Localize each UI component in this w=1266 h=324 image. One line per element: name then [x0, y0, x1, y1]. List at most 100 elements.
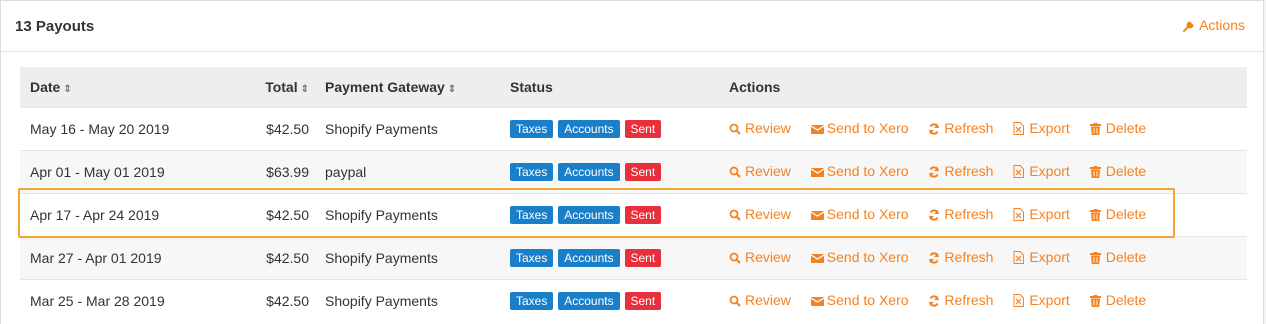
export-button[interactable]: Export [1013, 291, 1070, 308]
cell-status: Taxes Accounts Sent [500, 279, 719, 322]
refresh-button[interactable]: Refresh [928, 249, 993, 265]
column-header-date[interactable]: Date ⇕ [20, 67, 220, 107]
export-label: Export [1029, 119, 1070, 136]
cell-gateway: Shopify Payments [325, 249, 438, 266]
badge-sent: Sent [624, 291, 662, 310]
refresh-icon [928, 122, 940, 135]
review-button[interactable]: Review [729, 120, 791, 136]
send-to-xero-button[interactable]: Send to Xero [810, 120, 909, 136]
refresh-button[interactable]: Refresh [928, 206, 993, 222]
cell-date: May 16 - May 20 2019 [30, 120, 170, 137]
export-button[interactable]: Export [1013, 205, 1070, 222]
badge-taxes: Taxes [510, 291, 554, 310]
delete-label: Delete [1105, 162, 1147, 179]
panel-header: 13 Payouts Actions [1, 1, 1263, 52]
cell-actions: Review Send to Xero Refresh Export Delet… [719, 279, 1247, 322]
sort-icon: ⇕ [63, 83, 72, 95]
delete-button[interactable]: Delete [1089, 162, 1147, 179]
payouts-table: Date ⇕ Total ⇕ Payment Gateway ⇕ Status Act… [20, 67, 1247, 322]
cell-date: Apr 01 - May 01 2019 [30, 163, 165, 180]
refresh-button[interactable]: Refresh [928, 292, 993, 308]
cell-total: $42.50 [266, 292, 309, 309]
review-label: Review [745, 119, 791, 136]
refresh-label: Refresh [944, 119, 994, 136]
delete-button[interactable]: Delete [1089, 249, 1146, 265]
table-row: Mar 25 - Mar 28 2019 $42.50 Shopify Paym… [20, 279, 1247, 322]
refresh-label: Refresh [944, 162, 994, 179]
column-header-actions: Actions [729, 78, 781, 95]
envelope-icon [810, 122, 825, 134]
export-label: Export [1029, 205, 1070, 222]
column-header-status: Status [510, 78, 553, 95]
cell-actions: Review Send to Xero Refresh Export Delet… [719, 193, 1247, 236]
delete-label: Delete [1105, 205, 1147, 222]
file-excel-icon [1013, 164, 1025, 178]
cell-actions: Review Send to Xero Refresh Export Delet… [719, 150, 1247, 193]
cell-gateway: paypal [325, 163, 367, 180]
cell-total: $42.50 [266, 206, 309, 223]
refresh-icon [928, 208, 940, 221]
badge-taxes: Taxes [510, 205, 554, 224]
delete-button[interactable]: Delete [1089, 119, 1147, 136]
review-label: Review [745, 162, 791, 179]
cell-actions: Review Send to Xero Refresh Export Delet… [719, 107, 1247, 150]
delete-button[interactable]: Delete [1089, 291, 1147, 308]
send-to-xero-button[interactable]: Send to Xero [810, 249, 909, 265]
refresh-button[interactable]: Refresh [928, 163, 993, 179]
send-to-xero-label: Send to Xero [826, 162, 909, 179]
cell-date: Apr 17 - Apr 24 2019 [30, 206, 160, 223]
delete-label: Delete [1105, 119, 1147, 136]
cell-date: Mar 27 - Apr 01 2019 [30, 249, 162, 266]
cell-status: Taxes Accounts Sent [500, 107, 719, 150]
review-button[interactable]: Review [729, 249, 791, 265]
review-label: Review [745, 205, 791, 222]
refresh-label: Refresh [944, 291, 994, 308]
send-to-xero-button[interactable]: Send to Xero [810, 291, 909, 308]
delete-label: Delete [1105, 291, 1147, 308]
actions-menu-label: Actions [1199, 17, 1245, 33]
search-icon [729, 122, 741, 135]
column-header-gateway[interactable]: Payment Gateway ⇕ [315, 67, 500, 107]
badge-sent: Sent [624, 248, 662, 267]
badge-sent: Sent [624, 119, 662, 138]
cell-total: $42.50 [266, 120, 309, 137]
export-button[interactable]: Export [1013, 119, 1070, 136]
cell-status: Taxes Accounts Sent [500, 150, 719, 193]
search-icon [729, 208, 741, 221]
payouts-table-wrap: Date ⇕ Total ⇕ Payment Gateway ⇕ Status Act… [20, 67, 1247, 322]
cell-gateway: Shopify Payments [325, 292, 438, 309]
send-to-xero-button[interactable]: Send to Xero [810, 162, 909, 179]
wrench-icon [1183, 19, 1195, 32]
envelope-icon [810, 294, 825, 306]
file-excel-icon [1013, 121, 1025, 135]
badge-accounts: Accounts [558, 162, 620, 181]
table-row: Apr 01 - May 01 2019 $63.99 paypal Taxes… [20, 150, 1247, 193]
file-excel-icon [1013, 250, 1025, 264]
send-to-xero-button[interactable]: Send to Xero [810, 206, 909, 222]
table-row: Mar 27 - Apr 01 2019 $42.50 Shopify Paym… [20, 236, 1247, 279]
search-icon [729, 294, 741, 307]
refresh-icon [928, 165, 940, 178]
badge-taxes: Taxes [510, 162, 554, 181]
send-to-xero-label: Send to Xero [826, 291, 909, 308]
cell-total: $63.99 [266, 163, 309, 180]
review-button[interactable]: Review [729, 292, 791, 308]
export-button[interactable]: Export [1013, 249, 1070, 265]
badge-taxes: Taxes [510, 248, 554, 267]
actions-menu-button[interactable]: Actions [1183, 17, 1245, 33]
cell-gateway: Shopify Payments [325, 206, 438, 223]
review-button[interactable]: Review [729, 163, 791, 179]
refresh-icon [928, 294, 940, 307]
badge-accounts: Accounts [558, 205, 620, 224]
export-label: Export [1029, 291, 1070, 308]
cell-status: Taxes Accounts Sent [500, 193, 719, 236]
panel-title: 13 Payouts [15, 18, 95, 35]
file-excel-icon [1013, 207, 1025, 221]
trash-icon [1089, 251, 1102, 264]
refresh-button[interactable]: Refresh [928, 120, 993, 136]
column-header-total[interactable]: Total ⇕ [220, 67, 315, 107]
refresh-icon [928, 251, 940, 264]
delete-button[interactable]: Delete [1089, 205, 1147, 222]
review-button[interactable]: Review [729, 206, 791, 222]
export-button[interactable]: Export [1013, 163, 1070, 179]
